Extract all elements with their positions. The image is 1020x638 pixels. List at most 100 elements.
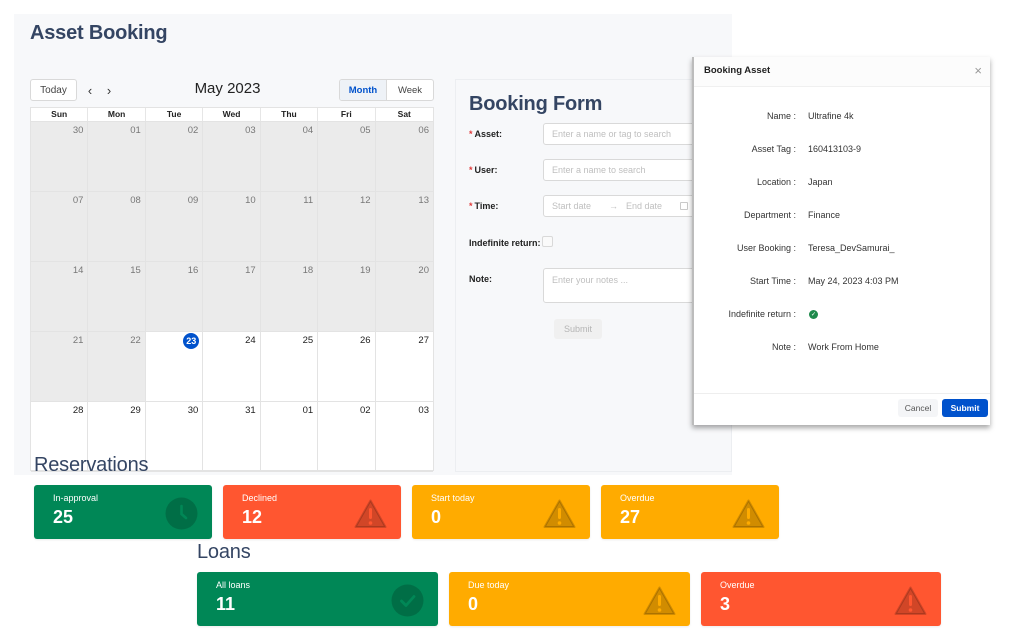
colon: : [489,274,492,284]
indefinite-return-checkbox[interactable] [542,236,553,247]
day-number: 14 [72,265,84,276]
calendar-day[interactable]: 24 [203,332,261,402]
clock-icon [165,497,198,530]
calendar-day[interactable]: 20 [375,262,433,332]
detail-row: Note : Work From Home [694,342,990,356]
today-button[interactable]: Today [30,79,77,101]
calendar-day[interactable]: 01 [260,402,319,472]
arrow-right-icon: → [609,201,619,211]
prev-month-button[interactable]: ‹ [83,79,97,101]
calendar-day[interactable]: 07 [31,192,89,262]
day-number: 13 [418,195,429,206]
date-range-picker[interactable]: Start date → End date [543,195,698,217]
detail-value: Ultrafine 4k [808,111,854,121]
modal-title: Booking Asset [704,65,771,76]
day-number: 15 [130,265,141,276]
day-number: 17 [245,265,256,276]
day-number: 22 [130,335,141,346]
calendar-day[interactable]: 13 [375,192,433,262]
detail-key: Name : [766,111,796,121]
calendar-day-today[interactable]: 23 [145,332,204,402]
calendar-day[interactable]: 26 [318,332,376,402]
day-number: 19 [359,265,371,276]
calendar-day[interactable]: 05 [318,122,376,192]
start-date-input[interactable]: Start date [552,201,591,211]
modal-footer-divider [694,393,990,394]
modal-header: Booking Asset × [694,57,990,87]
calendar-day[interactable]: 30 [31,122,89,192]
next-month-button[interactable]: › [102,79,116,101]
calendar-day[interactable]: 25 [260,332,319,402]
detail-key: User Booking : [736,243,796,253]
calendar-day[interactable]: 18 [260,262,319,332]
weekday-header: Thu [261,108,319,121]
loan-stat-card[interactable]: All loans 11 [197,572,438,626]
calendar-day[interactable]: 02 [145,122,204,192]
note-textarea[interactable]: Enter your notes ... [543,268,698,303]
calendar-day[interactable]: 03 [375,402,433,472]
detail-key: Location : [756,177,796,187]
day-number: 10 [245,195,256,206]
calendar-day[interactable]: 02 [318,402,376,472]
loan-stat-card[interactable]: Due today 0 [449,572,690,626]
loan-stat-card[interactable]: Overdue 3 [701,572,941,626]
required-mark: * [469,201,473,211]
form-submit-button[interactable]: Submit [554,319,602,339]
indefinite-return-label-text: Indefinite return [469,238,538,248]
res-stat-card[interactable]: Declined 12 [223,485,401,539]
calendar-day[interactable]: 06 [375,122,433,192]
reservations-title: Reservations [34,454,149,476]
calendar-day[interactable]: 22 [88,332,146,402]
calendar-day[interactable]: 30 [145,402,204,472]
detail-key: Indefinite return : [728,309,796,319]
calendar-day[interactable]: 10 [203,192,261,262]
stat-label: Overdue [620,493,655,503]
calendar-day[interactable]: 17 [203,262,261,332]
calendar-grid: Sun Mon Tue Wed Thu Fri Sat 30 01 02 03 04 05 06 07 08… [30,107,434,472]
detail-row: Department : Finance [694,210,990,224]
calendar-day[interactable]: 11 [260,192,319,262]
calendar-day[interactable]: 01 [88,122,146,192]
stat-label: Start today [431,493,475,503]
note-label-text: Note [469,274,489,284]
detail-key: Asset Tag : [751,144,796,154]
calendar-day[interactable]: 08 [88,192,146,262]
calendar-day[interactable]: 16 [145,262,204,332]
res-stat-card[interactable]: In-approval 25 [34,485,212,539]
detail-row: Location : Japan [694,177,990,191]
calendar-day[interactable]: 19 [318,262,376,332]
modal-submit-button[interactable]: Submit [942,399,988,417]
day-number: 28 [72,405,84,416]
warning-icon [732,497,765,530]
detail-value: Finance [808,210,841,220]
close-icon[interactable]: × [974,63,982,78]
calendar-day[interactable]: 04 [260,122,319,192]
day-number: 09 [187,195,199,206]
stat-value: 11 [216,594,236,614]
view-month-button[interactable]: Month [340,80,387,100]
day-number: 25 [302,335,314,346]
calendar-day[interactable]: 03 [203,122,261,192]
res-stat-card[interactable]: Start today 0 [412,485,590,539]
day-number: 08 [130,195,141,206]
calendar-day[interactable]: 12 [318,192,376,262]
calendar-day[interactable]: 21 [31,332,89,402]
calendar-day[interactable]: 31 [203,402,261,472]
detail-value: May 24, 2023 4:03 PM [808,276,899,286]
user-search-input[interactable]: Enter a name to search [543,159,698,181]
weekday-header: Tue [146,108,204,121]
view-week-button[interactable]: Week [387,80,433,100]
calendar-day[interactable]: 09 [145,192,204,262]
colon: : [494,165,498,175]
asset-search-input[interactable]: Enter a name or tag to search [543,123,698,145]
day-number: 02 [187,125,199,136]
calendar-day[interactable]: 14 [31,262,89,332]
end-date-input[interactable]: End date [626,201,662,211]
asset-label: * Asset: [469,129,502,139]
calendar-day[interactable]: 15 [88,262,146,332]
calendar-day[interactable]: 27 [375,332,433,402]
weekday-header: Wed [203,108,261,121]
day-number: 26 [359,335,371,346]
modal-cancel-button[interactable]: Cancel [898,399,938,417]
res-stat-card[interactable]: Overdue 27 [601,485,779,539]
